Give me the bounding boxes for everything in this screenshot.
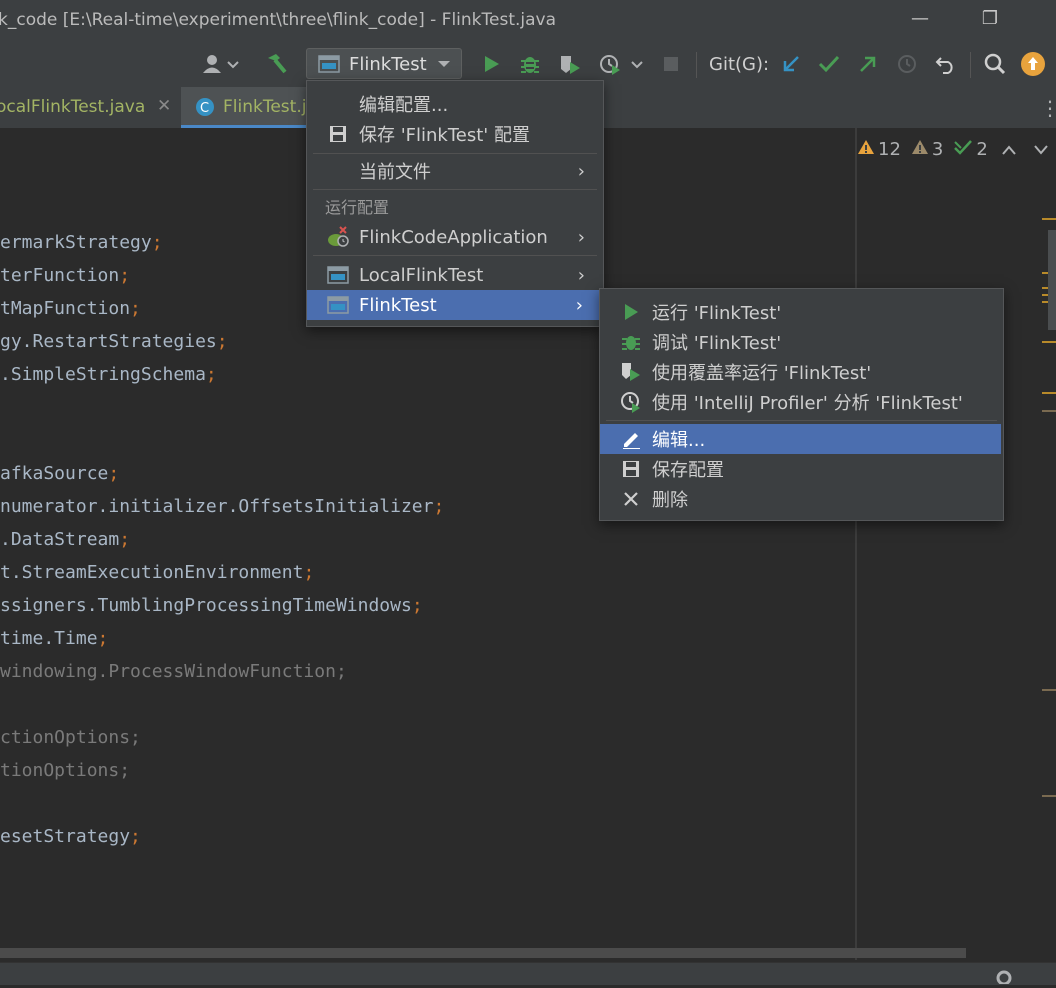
chevron-down-icon — [436, 56, 452, 75]
rollback-icon[interactable] — [934, 52, 958, 76]
coverage-icon — [620, 361, 642, 383]
code-line: esetStrategy; — [0, 826, 141, 847]
code-line-unused: ctionOptions; — [0, 727, 141, 748]
application-config-icon — [327, 266, 349, 284]
ok-count: 2 — [976, 139, 988, 160]
menu-separator — [313, 153, 597, 154]
chevron-right-icon: › — [577, 264, 585, 286]
status-bar — [0, 962, 1056, 985]
save-icon — [327, 125, 349, 143]
run-icon — [620, 303, 642, 321]
code-line: ermarkStrategy; — [0, 232, 163, 253]
profiler-icon[interactable] — [597, 52, 645, 76]
code-line-unused: windowing.ProcessWindowFunction; — [0, 661, 347, 682]
git-label: Git(G): — [709, 54, 770, 75]
submenu-item-profile[interactable]: 使用 'IntelliJ Profiler' 分析 'FlinkTest' — [600, 387, 1003, 417]
code-line: tMapFunction; — [0, 298, 141, 319]
tab-flink-test-label: FlinkTest.j — [223, 97, 307, 117]
update-icon[interactable] — [1020, 52, 1046, 76]
application-config-icon — [327, 296, 349, 314]
chevron-right-icon: › — [575, 294, 583, 316]
run-config-label: FlinkTest — [349, 54, 427, 75]
code-line: gy.RestartStrategies; — [0, 331, 228, 352]
tab-local-flink-test[interactable]: ocalFlinkTest.java — [0, 97, 145, 117]
code-line: ssigners.TumblingProcessingTimeWindows; — [0, 595, 423, 616]
build-hammer-icon[interactable] — [262, 52, 290, 76]
weak-warning-stripe-marker[interactable] — [1042, 410, 1056, 412]
weak-warning-icon — [911, 139, 929, 160]
git-commit-icon[interactable] — [817, 52, 841, 76]
chevron-up-icon[interactable] — [1002, 139, 1016, 160]
close-tab-icon[interactable]: ✕ — [157, 96, 171, 116]
close-icon — [620, 491, 642, 507]
menu-item-current-file[interactable]: 当前文件 › — [307, 156, 603, 186]
code-line: .SimpleStringSchema; — [0, 364, 217, 385]
menu-separator — [313, 255, 597, 256]
edit-pencil-icon — [620, 429, 642, 449]
submenu-item-delete[interactable]: 删除 — [600, 484, 1003, 514]
weak-warning-count: 3 — [931, 139, 944, 160]
menu-item-flink-test[interactable]: FlinkTest › — [307, 290, 601, 320]
settings-gear-icon[interactable] — [994, 968, 1014, 988]
code-line: .DataStream; — [0, 529, 131, 550]
menu-item-edit-configurations[interactable]: 编辑配置... — [307, 89, 603, 119]
code-line: time.Time; — [0, 628, 109, 649]
save-icon — [620, 460, 642, 478]
inspection-widget[interactable]: 12 3 2 — [857, 138, 1048, 161]
check-icon — [953, 138, 973, 161]
warning-stripe-marker[interactable] — [1042, 341, 1056, 343]
menu-separator — [606, 420, 997, 421]
submenu-item-edit[interactable]: 编辑... — [600, 424, 1001, 454]
inspection-pane — [857, 128, 1056, 960]
submenu-item-save-config[interactable]: 保存配置 — [600, 454, 1003, 484]
menu-item-save-config[interactable]: 保存 'FlinkTest' 配置 — [307, 119, 603, 149]
warning-stripe-marker[interactable] — [1042, 218, 1056, 220]
vertical-scrollbar[interactable] — [1048, 230, 1056, 330]
menu-item-local-flink-test[interactable]: LocalFlinkTest › — [307, 260, 603, 290]
git-push-icon[interactable] — [856, 52, 880, 76]
coverage-icon[interactable] — [556, 52, 584, 76]
submenu-item-run-with-coverage[interactable]: 使用覆盖率运行 'FlinkTest' — [600, 357, 1003, 387]
more-tabs-icon[interactable]: ⋮ — [1040, 96, 1056, 120]
warning-stripe-marker[interactable] — [1042, 392, 1056, 394]
spring-boot-icon — [327, 226, 349, 248]
weak-warning-stripe-marker[interactable] — [1042, 795, 1056, 797]
code-line: numerator.initializer.OffsetsInitializer… — [0, 496, 445, 517]
profiler-icon — [620, 391, 642, 413]
submenu-item-run[interactable]: 运行 'FlinkTest' — [600, 297, 1003, 327]
menu-separator — [313, 189, 597, 190]
run-icon[interactable] — [478, 52, 504, 76]
horizontal-scrollbar[interactable] — [0, 948, 966, 958]
search-icon[interactable] — [982, 52, 1008, 76]
restore-button[interactable]: ❐ — [976, 8, 1004, 32]
window-title: k_code [E:\Real-time\experiment\three\fl… — [0, 10, 557, 30]
chevron-down-icon[interactable] — [1034, 139, 1048, 160]
debug-icon[interactable] — [517, 52, 543, 76]
svg-text:C: C — [200, 101, 209, 116]
menu-item-flink-code-application[interactable]: FlinkCodeApplication › — [307, 222, 603, 252]
menu-section-run-configurations: 运行配置 — [325, 198, 390, 217]
minimize-button[interactable]: — — [906, 8, 934, 32]
run-config-menu: 编辑配置... 保存 'FlinkTest' 配置 当前文件 › 运行配置 Fl… — [306, 80, 604, 327]
code-line-unused: tionOptions; — [0, 760, 131, 781]
submenu-item-debug[interactable]: 调试 'FlinkTest' — [600, 327, 1003, 357]
chevron-right-icon: › — [577, 226, 585, 248]
code-line: t.StreamExecutionEnvironment; — [0, 562, 315, 583]
user-icon[interactable] — [198, 52, 242, 76]
code-line: terFunction; — [0, 265, 131, 286]
code-line: afkaSource; — [0, 463, 120, 484]
close-button[interactable] — [1040, 8, 1056, 32]
chevron-right-icon: › — [577, 160, 585, 182]
history-icon[interactable] — [895, 52, 919, 76]
debug-icon — [620, 332, 642, 352]
warning-count: 12 — [878, 139, 901, 160]
flink-test-submenu: 运行 'FlinkTest' 调试 'FlinkTest' 使用覆盖率运行 'F… — [599, 288, 1004, 521]
git-update-icon[interactable] — [779, 52, 803, 76]
run-config-icon — [318, 55, 340, 77]
weak-warning-stripe-marker[interactable] — [1042, 689, 1056, 691]
java-class-icon: C — [195, 97, 215, 121]
warning-icon — [857, 139, 875, 160]
stop-icon[interactable] — [660, 52, 682, 76]
